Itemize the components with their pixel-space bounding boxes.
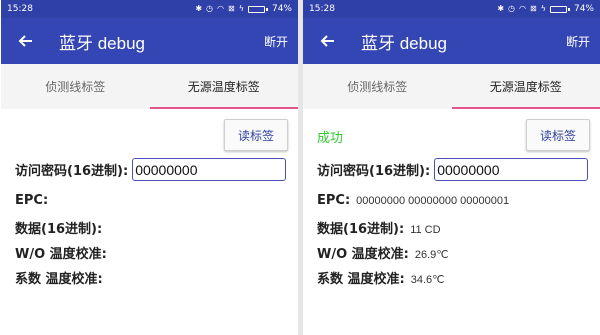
data-label: 数据(16进制):	[317, 222, 405, 237]
battery-icon	[549, 5, 570, 13]
coef-temp-value: 34.6℃	[410, 274, 445, 286]
data-row: 数据(16进制): 11 CD	[317, 218, 441, 237]
bluetooth-icon: ✱	[195, 4, 203, 13]
status-icons: ✱ ◷ ◠ ⊠ ϟ 74%	[195, 4, 292, 14]
epc-row: EPC:	[15, 193, 54, 208]
app-title: 蓝牙 debug	[59, 33, 145, 53]
tab-detect-line-tag[interactable]: 侦测线标签	[303, 64, 452, 109]
status-icons: ✱ ◷ ◠ ⊠ ϟ 74%	[497, 4, 594, 14]
status-bar: 15:28 ✱ ◷ ◠ ⊠ ϟ 74%	[1, 0, 298, 18]
coef-temp-row: 系数 温度校准: 34.6℃	[317, 268, 445, 287]
wo-temp-label: W/O 温度校准:	[317, 247, 409, 262]
app-bar: 蓝牙 debug 断开	[1, 18, 298, 64]
wifi-icon: ◠	[519, 4, 526, 13]
epc-row: EPC: 00000000 00000000 00000001	[317, 193, 509, 208]
charging-icon: ϟ	[540, 4, 546, 13]
wo-temp-row: W/O 温度校准: 26.9℃	[317, 243, 449, 262]
left-screen: 15:28 ✱ ◷ ◠ ⊠ ϟ 74% 蓝牙 debug 断开 侦测线标签 无源…	[1, 0, 298, 335]
close-box-icon: ⊠	[228, 4, 235, 13]
password-row: 访问密码(16进制): 00000000	[317, 158, 589, 181]
password-row: 访问密码(16进制): 00000000	[15, 158, 287, 181]
password-input[interactable]: 00000000	[132, 158, 287, 181]
tab-bar: 侦测线标签 无源温度标签	[1, 64, 298, 109]
battery-percent: 74%	[271, 4, 292, 14]
tag-content: 成功 读标签 访问密码(16进制): 00000000 EPC: 0000000…	[303, 109, 600, 335]
password-label: 访问密码(16进制):	[15, 164, 129, 179]
close-box-icon: ⊠	[530, 4, 537, 13]
disconnect-button[interactable]: 断开	[566, 33, 590, 50]
wo-temp-label: W/O 温度校准:	[15, 247, 107, 262]
password-label: 访问密码(16进制):	[317, 164, 431, 179]
wifi-icon: ◠	[217, 4, 224, 13]
status-time: 15:28	[7, 4, 33, 14]
epc-label: EPC:	[317, 193, 351, 208]
tab-passive-temp-tag[interactable]: 无源温度标签	[149, 64, 299, 109]
coef-temp-label: 系数 温度校准:	[15, 272, 103, 287]
read-tag-button[interactable]: 读标签	[526, 119, 590, 151]
battery-percent: 74%	[573, 4, 594, 14]
wo-temp-row: W/O 温度校准:	[15, 243, 113, 262]
tab-detect-line-tag[interactable]: 侦测线标签	[1, 64, 150, 109]
status-time: 15:28	[309, 4, 335, 14]
back-arrow-icon[interactable]	[13, 29, 37, 53]
back-arrow-icon[interactable]	[315, 29, 339, 53]
right-screen: 15:28 ✱ ◷ ◠ ⊠ ϟ 74% 蓝牙 debug 断开 侦测线标签 无源…	[303, 0, 600, 335]
data-value: 11 CD	[410, 224, 441, 236]
data-label: 数据(16进制):	[15, 222, 103, 237]
success-message: 成功	[317, 131, 344, 146]
alarm-icon: ◷	[508, 4, 516, 13]
app-title: 蓝牙 debug	[361, 33, 447, 53]
coef-temp-label: 系数 温度校准:	[317, 272, 405, 287]
wo-temp-value: 26.9℃	[414, 249, 449, 261]
epc-label: EPC:	[15, 193, 49, 208]
tab-passive-temp-tag[interactable]: 无源温度标签	[451, 64, 600, 109]
battery-icon	[247, 5, 268, 13]
read-tag-button[interactable]: 读标签	[224, 119, 288, 151]
password-input[interactable]: 00000000	[434, 158, 589, 181]
epc-value: 00000000 00000000 00000001	[356, 195, 510, 207]
app-bar: 蓝牙 debug 断开	[303, 18, 600, 64]
tab-bar: 侦测线标签 无源温度标签	[303, 64, 600, 109]
alarm-icon: ◷	[206, 4, 214, 13]
bluetooth-icon: ✱	[497, 4, 505, 13]
disconnect-button[interactable]: 断开	[264, 33, 288, 50]
data-row: 数据(16进制):	[15, 218, 108, 237]
tag-content: 读标签 访问密码(16进制): 00000000 EPC: 数据(16进制): …	[1, 109, 298, 335]
coef-temp-row: 系数 温度校准:	[15, 268, 109, 287]
charging-icon: ϟ	[238, 4, 244, 13]
status-bar: 15:28 ✱ ◷ ◠ ⊠ ϟ 74%	[303, 0, 600, 18]
